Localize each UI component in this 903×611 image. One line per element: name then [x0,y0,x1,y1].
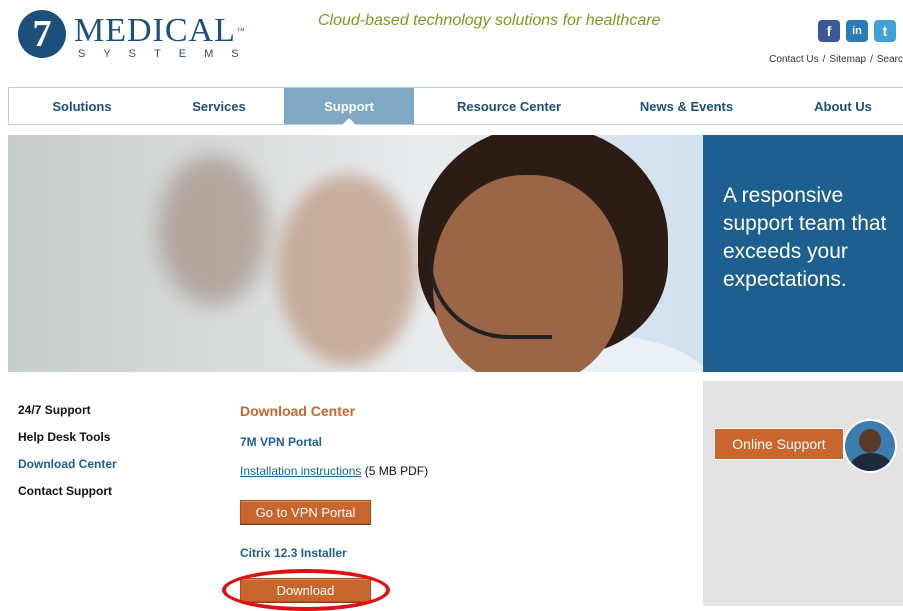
nav-support[interactable]: Support [284,88,414,125]
nav-support-label: Support [324,99,374,114]
nav-about-us[interactable]: About Us [769,88,903,124]
pdf-size-note: (5 MB PDF) [364,464,429,478]
tagline: Cloud-based technology solutions for hea… [318,12,661,29]
page-title: Download Center [240,403,356,419]
subnav-download-center[interactable]: Download Center [18,457,117,471]
hero-panel: A responsive support team that exceeds y… [703,135,903,372]
subnav-contact-support[interactable]: Contact Support [18,484,117,498]
top-links: Contact Us / Sitemap / Searc [769,54,903,65]
hero-bg-person [278,175,418,365]
support-agent-icon[interactable] [843,419,897,473]
subnav-help-desk-tools[interactable]: Help Desk Tools [18,430,117,444]
nav-news-events[interactable]: News & Events [604,88,769,124]
hero-bg-person [158,155,268,305]
hero-image [8,135,703,372]
sidebar: Online Support [703,381,903,606]
installation-line: Installation instructions (5 MB PDF) [240,464,428,478]
logo-mark-icon: 7 [18,10,66,58]
installation-instructions-link[interactable]: Installation instructions [240,464,361,478]
nav-resource-center[interactable]: Resource Center [414,88,604,124]
facebook-icon[interactable]: f [818,20,840,42]
go-to-vpn-portal-button[interactable]: Go to VPN Portal [240,500,371,524]
search-link[interactable]: Searc [877,54,903,65]
logo-wordmark: MEDICAL™ [74,12,246,49]
hero-text: A responsive support team that exceeds y… [723,184,887,291]
nav-solutions[interactable]: Solutions [9,88,155,124]
nav-services[interactable]: Services [155,88,283,124]
main-nav: Solutions Services Support Resource Cent… [8,87,903,125]
support-subnav: 24/7 Support Help Desk Tools Download Ce… [18,403,117,511]
highlight-circle [222,569,390,611]
citrix-installer-title: Citrix 12.3 Installer [240,546,347,560]
logo-subtitle: SYSTEMS [78,48,257,60]
linkedin-icon[interactable]: in [846,20,868,42]
active-indicator-icon [342,118,356,125]
sitemap-link[interactable]: Sitemap [829,54,866,65]
subnav-24-7-support[interactable]: 24/7 Support [18,403,117,417]
twitter-icon[interactable]: t [874,20,896,42]
vpn-portal-title: 7M VPN Portal [240,435,323,449]
contact-us-link[interactable]: Contact Us [769,54,818,65]
online-support-button[interactable]: Online Support [714,428,844,460]
